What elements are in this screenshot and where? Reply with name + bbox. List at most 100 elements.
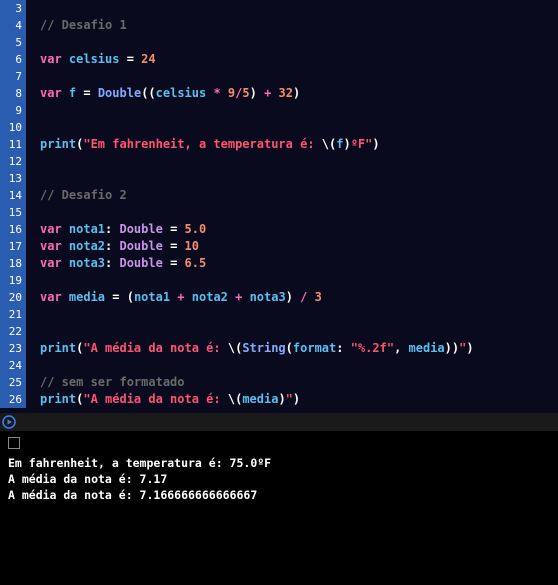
code-token: var: [40, 222, 69, 236]
code-line[interactable]: var nota2: Double = 10: [40, 238, 558, 255]
code-token: String: [242, 341, 285, 355]
code-line[interactable]: // Desafio 2: [40, 187, 558, 204]
code-line[interactable]: // Desafio 1: [40, 17, 558, 34]
line-number: 26: [0, 391, 26, 408]
code-token: ,: [394, 341, 408, 355]
code-token: var: [40, 52, 69, 66]
line-number: 10: [0, 119, 26, 136]
code-token: \(: [228, 392, 242, 406]
code-area[interactable]: // Desafio 1 var celsius = 24 var f = Doub…: [32, 0, 558, 413]
code-token: ((: [141, 86, 155, 100]
code-line[interactable]: var celsius = 24: [40, 51, 558, 68]
stop-icon[interactable]: [8, 437, 20, 449]
line-number: 12: [0, 153, 26, 170]
line-number: 19: [0, 272, 26, 289]
code-line[interactable]: [40, 153, 558, 170]
code-token: 5: [242, 86, 249, 100]
code-token: =: [76, 86, 98, 100]
console-line: A média da nota é: 7.166666666666667: [8, 487, 550, 503]
code-token: \(: [322, 137, 336, 151]
code-line[interactable]: [40, 34, 558, 51]
code-token: Double: [98, 86, 141, 100]
code-token: "%.2f": [351, 341, 394, 355]
code-line[interactable]: [40, 170, 558, 187]
code-token: nota1: [134, 290, 170, 304]
code-token: ): [293, 392, 300, 406]
code-token: print: [40, 137, 76, 151]
line-number: 23: [0, 340, 26, 357]
console-panel: Em fahrenheit, a temperatura é: 75.0ºF A …: [0, 431, 558, 585]
code-token: 6.5: [185, 256, 207, 270]
code-token: media: [69, 290, 105, 304]
line-number: 18: [0, 255, 26, 272]
line-number: 17: [0, 238, 26, 255]
code-token: +: [264, 86, 278, 100]
code-token: ): [343, 137, 350, 151]
code-line[interactable]: [40, 323, 558, 340]
code-token: var: [40, 239, 69, 253]
line-number: 15: [0, 204, 26, 221]
code-token: nota2: [69, 239, 105, 253]
code-token: nota1: [69, 222, 105, 236]
code-token: celsius: [69, 52, 120, 66]
run-icon[interactable]: [2, 415, 16, 429]
run-bar: [0, 413, 558, 431]
code-token: var: [40, 290, 69, 304]
code-token: "Em fahrenheit, a temperatura é:: [83, 137, 321, 151]
code-line[interactable]: var nota3: Double = 6.5: [40, 255, 558, 272]
console-line: Em fahrenheit, a temperatura é: 75.0ºF: [8, 455, 550, 471]
code-token: var: [40, 86, 69, 100]
line-number: 16: [0, 221, 26, 238]
code-line[interactable]: [40, 0, 558, 17]
code-token: )): [445, 341, 459, 355]
line-number: 20: [0, 289, 26, 306]
code-token: 32: [279, 86, 293, 100]
code-token: :: [105, 256, 119, 270]
code-token: nota3: [250, 290, 286, 304]
line-number: 11: [0, 136, 26, 153]
code-line[interactable]: [40, 306, 558, 323]
code-line[interactable]: print("A média da nota é: \(String(forma…: [40, 340, 558, 357]
code-line[interactable]: var f = Double((celsius * 9/5) + 32): [40, 85, 558, 102]
code-line[interactable]: var nota1: Double = 5.0: [40, 221, 558, 238]
code-token: ºF": [351, 137, 373, 151]
code-line[interactable]: [40, 102, 558, 119]
console-output: Em fahrenheit, a temperatura é: 75.0ºF A …: [8, 455, 550, 503]
code-token: Double: [119, 239, 162, 253]
code-line[interactable]: [40, 357, 558, 374]
code-token: *: [206, 86, 228, 100]
code-line[interactable]: // sem ser formatado: [40, 374, 558, 391]
code-token: 5.0: [185, 222, 207, 236]
code-token: media: [409, 341, 445, 355]
line-number: 24: [0, 357, 26, 374]
code-token: nota3: [69, 256, 105, 270]
line-number: 8: [0, 85, 26, 102]
line-number: 22: [0, 323, 26, 340]
code-token: "A média da nota é:: [83, 392, 228, 406]
code-line[interactable]: [40, 272, 558, 289]
code-editor[interactable]: 3456789101112131415161718192021222324252…: [0, 0, 558, 413]
code-line[interactable]: print("Em fahrenheit, a temperatura é: \…: [40, 136, 558, 153]
line-number: 14: [0, 187, 26, 204]
line-number: 9: [0, 102, 26, 119]
code-token: var: [40, 256, 69, 270]
console-header: [8, 437, 550, 455]
code-token: celsius: [156, 86, 207, 100]
code-token: ): [293, 86, 300, 100]
code-line[interactable]: [40, 204, 558, 221]
code-line[interactable]: var media = (nota1 + nota2 + nota3) / 3: [40, 289, 558, 306]
code-token: +: [228, 290, 250, 304]
code-line[interactable]: [40, 68, 558, 85]
code-token: =: [105, 290, 127, 304]
code-token: // Desafio 2: [40, 188, 127, 202]
line-number: 13: [0, 170, 26, 187]
code-token: =: [163, 222, 185, 236]
code-token: Double: [119, 256, 162, 270]
code-token: /: [300, 290, 314, 304]
code-token: print: [40, 341, 76, 355]
code-token: :: [105, 239, 119, 253]
code-token: :: [105, 222, 119, 236]
code-line[interactable]: [40, 119, 558, 136]
code-line[interactable]: print("A média da nota é: \(media)"): [40, 391, 558, 408]
code-token: ): [278, 392, 285, 406]
